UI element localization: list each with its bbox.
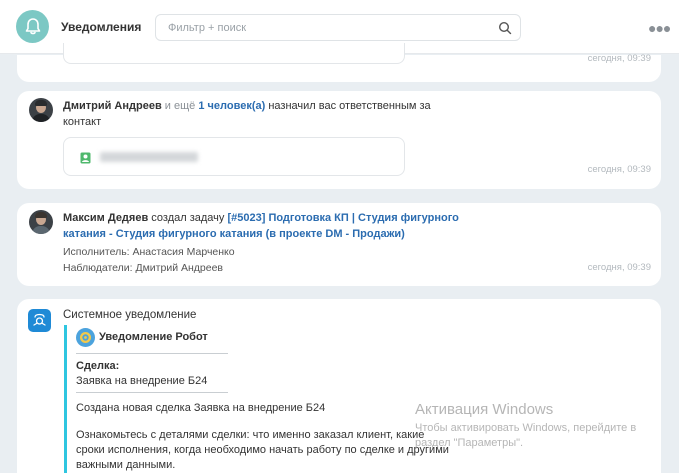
- quote-bar: [64, 325, 67, 473]
- notification-card: сегодня, 09:39: [17, 43, 661, 82]
- contact-box[interactable]: [63, 137, 405, 176]
- search-icon[interactable]: [498, 21, 512, 40]
- contact-icon: [80, 151, 91, 169]
- windows-activation-title: Активация Windows: [415, 401, 554, 418]
- deal-link[interactable]: Заявка на внедрение Б24: [76, 374, 207, 389]
- author-name[interactable]: Дмитрий Андреев: [63, 100, 162, 112]
- and-more-label: и ещё: [164, 100, 196, 112]
- deal-created-text: Создана новая сделка Заявка на внедрение…: [76, 402, 326, 414]
- robot-icon: [76, 328, 95, 347]
- observers-line: Наблюдатели: Дмитрий Андреев: [63, 262, 223, 274]
- system-notification-title: Системное уведомление: [63, 309, 197, 321]
- people-link[interactable]: 1 человек(а): [198, 100, 265, 112]
- page-title: Уведомления: [61, 20, 142, 34]
- divider: [76, 353, 228, 354]
- deal-label: Сделка:: [76, 360, 120, 372]
- search-input[interactable]: [168, 20, 468, 36]
- bell-icon[interactable]: [16, 10, 49, 43]
- blurred-contact-name: [100, 152, 198, 162]
- avatar[interactable]: [29, 210, 53, 234]
- notification-card: Дмитрий Андреев и ещё 1 человек(а) назна…: [17, 91, 661, 189]
- notification-card: Максим Дедяев создал задачу [#5023] Подг…: [17, 203, 661, 286]
- system-notification-icon: [28, 309, 51, 332]
- more-options-icon[interactable]: ●●●: [648, 20, 671, 36]
- windows-activation-subtitle: Чтобы активировать Windows, перейдите в …: [415, 422, 637, 449]
- attachment-box[interactable]: [63, 43, 405, 64]
- timestamp: сегодня, 09:39: [587, 53, 651, 64]
- divider: [76, 392, 228, 393]
- timestamp: сегодня, 09:39: [587, 262, 651, 273]
- timestamp: сегодня, 09:39: [587, 164, 651, 175]
- author-name[interactable]: Максим Дедяев: [63, 212, 148, 224]
- notification-text: Максим Дедяев создал задачу [#5023] Подг…: [63, 210, 463, 242]
- robot-name: Уведомление Робот: [99, 331, 208, 343]
- deal-details-text: Ознакомьтесь с деталями сделки: что имен…: [76, 429, 449, 471]
- notification-text: Дмитрий Андреев и ещё 1 человек(а) назна…: [63, 98, 463, 130]
- action-text: создал задачу: [151, 212, 225, 224]
- search-field[interactable]: [155, 14, 521, 41]
- executor-line: Исполнитель: Анастасия Марченко: [63, 246, 235, 258]
- avatar[interactable]: [29, 98, 53, 122]
